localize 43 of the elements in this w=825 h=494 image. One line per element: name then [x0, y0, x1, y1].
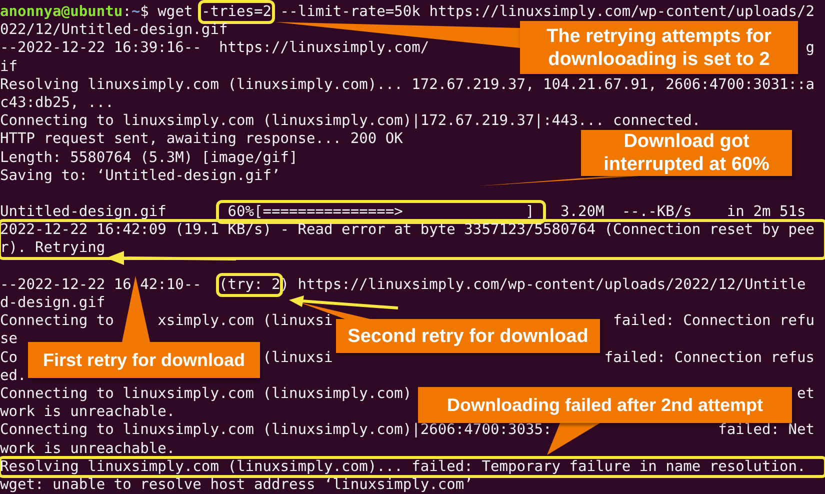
terminal-text: Untitled-design.gif	[0, 203, 168, 222]
terminal-text: 3.20M --.-KB/s in 2m 51s	[560, 203, 806, 222]
terminal-text: Saving to: ‘Untitled-design.gif’	[0, 166, 280, 185]
terminal-text: --2022-12-22 16:39:16-- https://linuxsimply.com/	[0, 39, 430, 58]
terminal-text: --limit-rate=50k https://linuxsimply.com/wp-content/uploads/2	[279, 3, 815, 22]
terminal-text: wget: unable to resolve host address ‘linuxsimply.com’	[0, 476, 473, 494]
terminal-text: $ wget	[140, 3, 194, 22]
terminal-text: Resolving linuxsimply.com (linuxsimply.com)... 172.67.219.37, 104.21.67.91, 2606:4700:3031::a	[0, 76, 814, 94]
terminal-text: work is unreachable.	[0, 403, 176, 422]
terminal-text: Length: 5580764 (5.3M) [image/gif]	[0, 148, 298, 167]
terminal-text: work is unreachable.	[0, 440, 176, 458]
terminal-text: 2022-12-22 16:42:09 (19.1 KB/s) - Read error at byte 3357123/5580764 (Connection reset by pee	[0, 221, 814, 240]
terminal-text: xsimply.com (linuxsi	[158, 312, 333, 330]
terminal-text: Connecting to	[0, 312, 115, 330]
prompt-path-text: ~	[131, 3, 140, 22]
terminal-text: HTTP request sent, awaiting response... 200 OK	[0, 130, 403, 148]
highlighted-text: (try: 2	[218, 276, 280, 294]
terminal-text: 022/12/Untitled-design.gif	[0, 21, 228, 40]
terminal-text: --2022-12-22 16	[0, 276, 132, 294]
terminal-text: :	[122, 3, 132, 22]
terminal-text: g	[806, 39, 814, 58]
terminal-text: et	[796, 384, 814, 404]
callout: The retrying attempts for downlooading is set to 2	[520, 21, 798, 74]
highlighted-text: 60%[===============> ]	[218, 203, 543, 222]
terminal-text: Co	[0, 348, 18, 367]
terminal-text: failed: Connection refu	[613, 312, 815, 330]
prompt-user-text: anonnya@ubuntu	[0, 3, 123, 22]
terminal-text: Resolving linuxsimply.com (linuxsimply.com)... failed: Temporary failure in name resolution.	[0, 458, 806, 476]
terminal-text: Connecting to linuxsimply.com (linuxsimply.com)|2606:4700:3035:	[0, 421, 552, 440]
terminal-text: failed: Net	[718, 421, 814, 440]
terminal-text: Connecting to linuxsimply.com (linuxsimply.com)|172.67.219.37|:443... connected.	[0, 112, 701, 130]
terminal-text: Connecting to linuxsimply.com (linuxsimply.com)	[0, 384, 412, 404]
terminal-text: d-design.gif	[0, 294, 106, 312]
terminal-text: 42:10--	[140, 276, 202, 294]
terminal-text: (linuxsi	[262, 348, 333, 367]
callout-pointer	[547, 423, 600, 455]
terminal-text: r). Retrying	[0, 239, 106, 258]
highlighted-text: -tries=2	[201, 3, 272, 22]
terminal-text: c43:db25, ...	[0, 94, 114, 112]
terminal-text: ed.	[0, 366, 26, 385]
terminal-text: failed: Connection refus	[604, 348, 815, 367]
terminal-text: if	[0, 58, 18, 76]
terminal-text: se	[0, 330, 18, 349]
